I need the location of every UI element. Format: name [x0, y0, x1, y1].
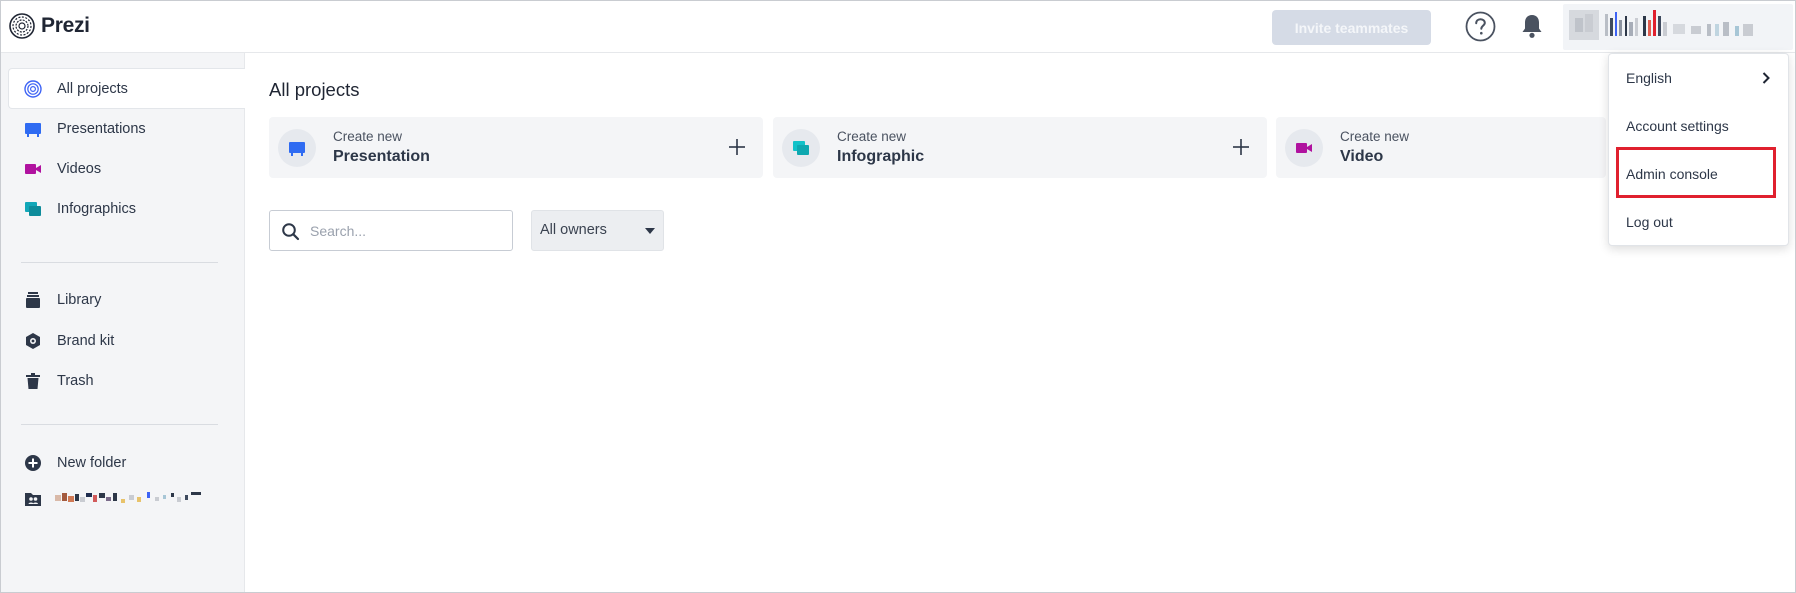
sidebar-item-label: Trash [57, 372, 94, 389]
brand-kit-icon [26, 332, 40, 349]
create-video-card[interactable]: Create new Video [1276, 117, 1606, 178]
owner-filter-value: All owners [540, 222, 607, 238]
caret-down-icon [645, 228, 655, 234]
owner-filter-dropdown[interactable]: All owners [531, 210, 664, 251]
search-field[interactable] [269, 210, 513, 251]
sidebar-divider [21, 262, 218, 263]
menu-item-admin-console[interactable]: Admin console [1609, 154, 1790, 194]
search-input[interactable] [310, 221, 505, 241]
user-avatar [1569, 10, 1753, 40]
create-infographic-icon-wrap [782, 129, 820, 167]
sidebar-item-library[interactable]: Library [8, 279, 245, 320]
sidebar-item-label: Videos [57, 160, 102, 177]
sidebar-item-label: All projects [57, 80, 128, 97]
plus-icon [1233, 139, 1249, 155]
create-presentation-card[interactable]: Create new Presentation [269, 117, 763, 178]
menu-item-label: English [1626, 70, 1672, 86]
sidebar-item-label: Library [57, 291, 102, 308]
menu-item-language[interactable]: English [1609, 58, 1790, 98]
trash-icon [26, 372, 40, 389]
account-menu-trigger[interactable] [1563, 4, 1793, 50]
menu-item-label: Account settings [1626, 118, 1729, 134]
notifications-bell-icon[interactable] [1520, 13, 1544, 39]
library-icon [26, 291, 40, 308]
account-dropdown-menu: English Account settings Admin console L… [1608, 53, 1789, 246]
presentation-icon [289, 142, 305, 156]
chevron-right-icon [1762, 72, 1770, 84]
sidebar-item-label: Infographics [57, 200, 136, 217]
help-icon[interactable] [1465, 11, 1496, 42]
redacted-folder-name [55, 492, 201, 503]
sidebar-item-presentations[interactable]: Presentations [8, 108, 245, 149]
sidebar-item-new-folder[interactable]: New folder [8, 442, 245, 483]
sidebar-item-brand-kit[interactable]: Brand kit [8, 320, 245, 361]
presentation-icon [25, 122, 41, 137]
menu-item-log-out[interactable]: Log out [1609, 202, 1790, 242]
infographic-icon [25, 201, 41, 216]
create-infographic-card[interactable]: Create new Infographic [773, 117, 1267, 178]
prezi-logo[interactable]: Prezi [9, 13, 90, 39]
create-card-subtitle: Create new [1340, 129, 1410, 144]
create-card-title: Presentation [333, 148, 430, 165]
menu-item-label: Admin console [1626, 166, 1718, 182]
page-title: All projects [269, 79, 360, 100]
create-video-icon-wrap [1285, 129, 1323, 167]
app-name: Prezi [41, 14, 90, 37]
sidebar-item-label: New folder [57, 454, 127, 471]
sidebar-item-infographics[interactable]: Infographics [8, 188, 245, 229]
sidebar: All projects Presentations Videos Infogr… [1, 53, 245, 592]
prezi-logo-icon [9, 13, 35, 39]
sidebar-item-label: Presentations [57, 120, 146, 137]
plus-circle-icon [25, 454, 41, 471]
sidebar-item-all-projects[interactable]: All projects [8, 68, 245, 109]
shared-folder-icon [25, 493, 41, 506]
create-card-title: Infographic [837, 148, 925, 165]
menu-item-account-settings[interactable]: Account settings [1609, 106, 1790, 146]
video-camera-icon [1296, 143, 1312, 153]
video-camera-icon [25, 163, 41, 174]
sidebar-item-trash[interactable]: Trash [8, 360, 245, 401]
create-presentation-icon-wrap [278, 129, 316, 167]
create-card-title: Video [1340, 148, 1384, 165]
create-card-subtitle: Create new [333, 129, 403, 144]
prezi-swirl-icon [24, 79, 42, 98]
create-card-subtitle: Create new [837, 129, 907, 144]
sidebar-item-videos[interactable]: Videos [8, 148, 245, 189]
top-bar: Prezi Invite teammates [1, 1, 1795, 53]
sidebar-item-label: Brand kit [57, 332, 115, 349]
sidebar-item-shared-folder[interactable] [8, 481, 245, 517]
infographic-icon [793, 141, 809, 155]
menu-item-label: Log out [1626, 214, 1673, 230]
search-icon [282, 223, 300, 241]
invite-teammates-button[interactable]: Invite teammates [1272, 10, 1431, 45]
app-window: Prezi Invite teammates All projects Pres… [0, 0, 1796, 593]
plus-icon [729, 139, 745, 155]
sidebar-divider [21, 424, 218, 425]
